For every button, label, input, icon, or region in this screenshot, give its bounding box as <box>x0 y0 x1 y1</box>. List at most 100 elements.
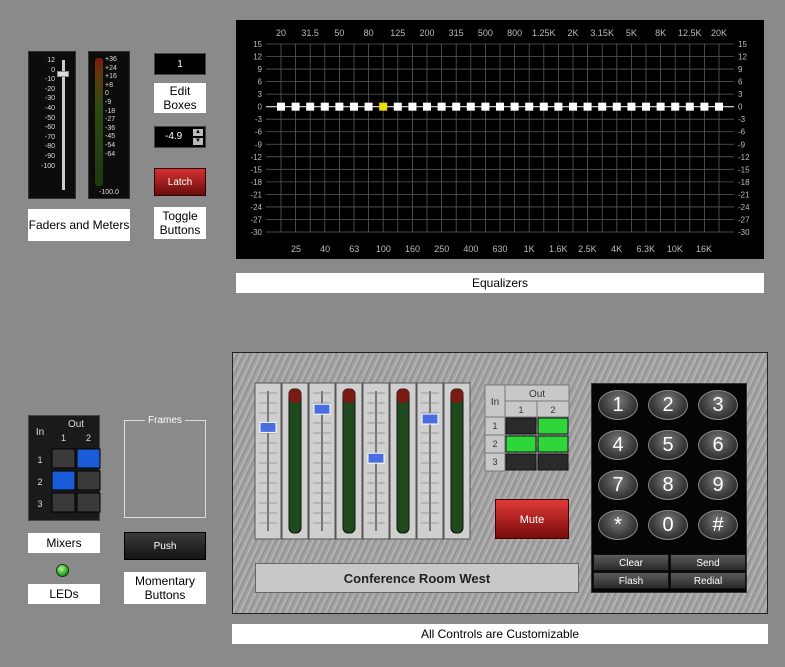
conf-fader-knob[interactable] <box>367 452 385 464</box>
keypad-flash-button[interactable]: Flash <box>593 572 669 589</box>
keypad-key-0[interactable]: 0 <box>648 510 688 540</box>
eq-band-handle[interactable] <box>496 102 504 111</box>
mixer-crosspoint[interactable] <box>51 448 76 469</box>
label-momentary-buttons: Momentary Buttons <box>124 572 206 604</box>
keypad-key-6[interactable]: 6 <box>698 430 738 460</box>
eq-band-handle[interactable] <box>539 102 548 111</box>
eq-db-label-right: 3 <box>738 90 743 99</box>
conf-fader-knob[interactable] <box>313 403 331 415</box>
keypad-redial-button[interactable]: Redial <box>670 572 746 589</box>
eq-db-label-left: 12 <box>253 53 262 62</box>
keypad-key-4[interactable]: 4 <box>598 430 638 460</box>
eq-band-handle[interactable] <box>583 102 592 111</box>
eq-band-handle[interactable] <box>554 102 563 111</box>
meter-tick-label: -9 <box>105 98 112 106</box>
mixer-crosspoint[interactable] <box>76 470 101 491</box>
eq-band-handle[interactable] <box>306 102 315 111</box>
eq-freq-label-top: 80 <box>364 28 374 38</box>
eq-band-handle[interactable] <box>510 102 519 111</box>
conf-meter-bar <box>396 388 410 534</box>
eq-freq-label-bottom: 4K <box>611 244 622 254</box>
mixer-crosspoint[interactable] <box>51 492 76 513</box>
eq-band-handle[interactable] <box>379 102 388 111</box>
matrix-crosspoint[interactable] <box>537 417 569 435</box>
eq-band-handle[interactable] <box>335 102 344 111</box>
keypad-key-2[interactable]: 2 <box>648 390 688 420</box>
meter-tick-label: -64 <box>105 150 116 158</box>
matrix-in-label: In <box>491 397 499 408</box>
frame: Frames <box>124 415 206 518</box>
fader-track[interactable] <box>62 60 65 190</box>
mixer-row-label: 1 <box>37 455 42 465</box>
eq-db-label-left: -12 <box>250 153 262 162</box>
mixer-row-label: 2 <box>37 477 42 487</box>
keypad-key-7[interactable]: 7 <box>598 470 638 500</box>
matrix-crosspoint[interactable] <box>505 435 537 453</box>
eq-freq-label-bottom: 630 <box>492 244 507 254</box>
keypad-key-5[interactable]: 5 <box>648 430 688 460</box>
matrix-crosspoint[interactable] <box>537 435 569 453</box>
eq-band-handle[interactable] <box>277 102 285 111</box>
mixer-crosspoint[interactable] <box>76 492 101 513</box>
fader-knob[interactable] <box>57 71 69 77</box>
eq-freq-label-top: 12.5K <box>678 28 702 38</box>
keypad-clear-button[interactable]: Clear <box>593 554 669 571</box>
eq-band-handle[interactable] <box>350 102 358 111</box>
matrix-crosspoint[interactable] <box>505 453 537 471</box>
keypad-key-8[interactable]: 8 <box>648 470 688 500</box>
eq-freq-label-bottom: 63 <box>349 244 359 254</box>
eq-band-handle[interactable] <box>466 102 475 111</box>
eq-freq-label-top: 200 <box>419 28 434 38</box>
eq-band-handle[interactable] <box>715 102 723 111</box>
push-button[interactable]: Push <box>124 532 206 560</box>
eq-band-handle[interactable] <box>423 102 431 111</box>
eq-band-handle[interactable] <box>291 102 300 111</box>
spin-box[interactable]: -4.9 ▲ ▼ <box>154 126 206 148</box>
keypad-key-hash[interactable]: # <box>698 510 738 540</box>
eq-band-handle[interactable] <box>364 102 373 111</box>
eq-band-handle[interactable] <box>481 102 490 111</box>
edit-box[interactable]: 1 <box>154 53 206 75</box>
eq-band-handle[interactable] <box>656 102 665 111</box>
latch-button[interactable]: Latch <box>154 168 206 196</box>
eq-band-handle[interactable] <box>671 102 680 111</box>
eq-band-handle[interactable] <box>393 102 402 111</box>
conf-fader-knob[interactable] <box>421 413 439 425</box>
eq-freq-label-top: 20K <box>711 28 727 38</box>
mute-button[interactable]: Mute <box>495 499 569 539</box>
eq-band-handle[interactable] <box>642 102 650 111</box>
keypad-send-button[interactable]: Send <box>670 554 746 571</box>
keypad-key-star[interactable]: * <box>598 510 638 540</box>
eq-band-handle[interactable] <box>569 102 577 111</box>
equalizer[interactable]: 15 15 12 12 9 9 6 6 3 3 0 0 -3 -3 -6 -6 -9 -9 -12 -12 -15 -15… <box>236 20 764 259</box>
keypad-key-1[interactable]: 1 <box>598 390 638 420</box>
eq-db-label-left: 0 <box>258 103 263 112</box>
eq-band-handle[interactable] <box>598 102 607 111</box>
eq-freq-label-top: 31.5 <box>301 28 319 38</box>
spin-up-button[interactable]: ▲ <box>193 129 203 136</box>
equalizer-graph[interactable]: 15 1512 129 96 63 30 0-3 -3-6 -6-9 -9-12 -12-15 -15… <box>236 20 764 259</box>
label-all-controls: All Controls are Customizable <box>232 624 768 644</box>
eq-db-label-right: -6 <box>738 128 746 137</box>
eq-freq-label-bottom: 2.5K <box>578 244 597 254</box>
eq-band-handle[interactable] <box>320 102 329 111</box>
fader-tick-label: -80 <box>44 143 55 151</box>
eq-band-handle[interactable] <box>408 102 417 111</box>
eq-band-handle[interactable] <box>627 102 636 111</box>
mixer-crosspoint[interactable] <box>76 448 101 469</box>
keypad-key-3[interactable]: 3 <box>698 390 738 420</box>
eq-band-handle[interactable] <box>685 102 694 111</box>
eq-band-handle[interactable] <box>612 102 621 111</box>
matrix-crosspoint[interactable] <box>505 417 537 435</box>
eq-db-label-left: -27 <box>250 215 262 224</box>
eq-band-handle[interactable] <box>525 102 534 111</box>
mixer-crosspoint[interactable] <box>51 470 76 491</box>
eq-band-handle[interactable] <box>437 102 446 111</box>
matrix-crosspoint[interactable] <box>537 453 569 471</box>
eq-band-handle[interactable] <box>700 102 709 111</box>
conf-fader-knob[interactable] <box>259 421 277 433</box>
keypad-key-9[interactable]: 9 <box>698 470 738 500</box>
spin-down-button[interactable]: ▼ <box>193 138 203 145</box>
eq-freq-label-bottom: 250 <box>434 244 449 254</box>
eq-band-handle[interactable] <box>452 102 461 111</box>
